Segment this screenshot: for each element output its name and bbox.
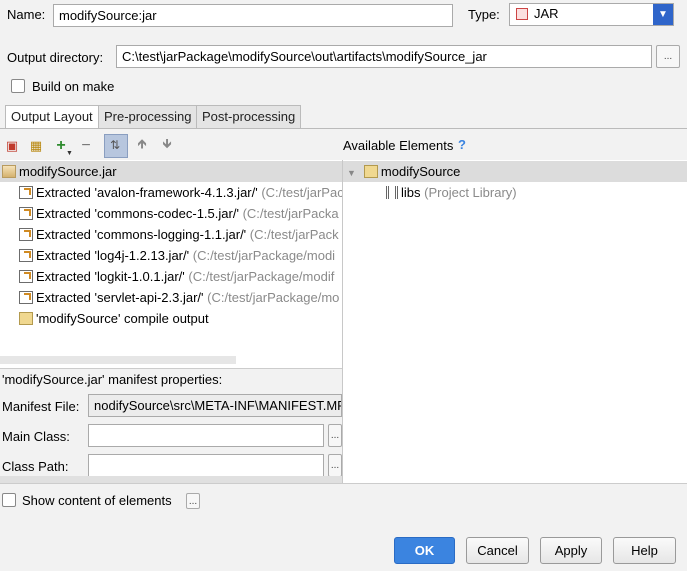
sort-elements-toggle[interactable]: ⇅ <box>104 134 128 158</box>
class-path-browse-button[interactable]: ... <box>328 454 342 477</box>
list-item[interactable]: Extracted 'logkit-1.0.1.jar/' (C:/test/j… <box>0 266 342 287</box>
module-folder-icon <box>363 165 378 178</box>
class-path-input[interactable] <box>88 454 324 477</box>
sort-icon: ⇅ <box>110 138 121 152</box>
browse-output-button[interactable]: ... <box>656 45 680 68</box>
main-class-label: Main Class: <box>2 429 70 444</box>
class-path-label: Class Path: <box>2 459 69 474</box>
list-item[interactable]: 'modifySource' compile output <box>0 308 342 329</box>
output-layout-tree[interactable]: modifySource.jar Extracted 'avalon-frame… <box>0 160 342 368</box>
output-dir-label: Output directory: <box>7 50 104 65</box>
tree-root-item[interactable]: modifySource.jar <box>0 161 342 182</box>
main-class-browse-button[interactable]: ... <box>328 424 342 447</box>
extracted-archive-icon <box>19 207 33 220</box>
show-content-options-button[interactable]: ... <box>186 493 200 509</box>
output-dir-input[interactable]: C:\test\jarPackage\modifySource\out\arti… <box>116 45 652 68</box>
manifest-file-field[interactable]: nodifySource\src\META-INF\MANIFEST.MF <box>88 394 342 417</box>
type-value: JAR <box>534 6 559 21</box>
apply-button[interactable]: Apply <box>540 537 602 564</box>
type-label: Type: <box>468 7 500 22</box>
show-content-label: Show content of elements <box>22 493 172 508</box>
list-item[interactable]: Extracted 'commons-codec-1.5.jar/' (C:/t… <box>0 203 342 224</box>
manifest-file-label: Manifest File: <box>2 399 80 414</box>
ok-button[interactable]: OK <box>394 537 455 564</box>
jar-type-icon <box>516 8 528 20</box>
tab-post-processing[interactable]: Post-processing <box>196 105 302 128</box>
add-dropdown-icon[interactable]: ▼ <box>66 150 73 157</box>
manifest-scrollbar[interactable] <box>0 476 342 483</box>
archive-icon[interactable]: ▦ <box>26 136 46 156</box>
extracted-archive-icon <box>19 186 33 199</box>
build-on-make-label: Build on make <box>32 79 115 94</box>
name-label: Name: <box>7 7 46 22</box>
chevron-down-icon: ▼ <box>653 4 673 25</box>
list-item[interactable]: Extracted 'log4j-1.2.13.jar/' (C:/test/j… <box>0 245 342 266</box>
manifest-title: 'modifySource.jar' manifest properties: <box>2 372 223 387</box>
help-button[interactable]: Help <box>613 537 676 564</box>
chevron-down-icon: ▼ <box>347 168 356 178</box>
name-input[interactable]: modifySource:jar <box>53 4 453 27</box>
help-question-icon[interactable]: ? <box>458 137 466 152</box>
move-up-icon[interactable]: 🡹 <box>132 136 152 156</box>
list-item[interactable]: Extracted 'commons-logging-1.1.jar/' (C:… <box>0 224 342 245</box>
tab-output-layout[interactable]: Output Layout <box>5 105 99 129</box>
jar-icon <box>2 165 16 178</box>
type-select[interactable]: JAR ▼ <box>509 3 674 26</box>
main-class-input[interactable] <box>88 424 324 447</box>
tab-pre-processing[interactable]: Pre-processing <box>98 105 198 128</box>
horizontal-scrollbar[interactable] <box>0 356 236 364</box>
remove-icon[interactable]: − <box>76 136 96 156</box>
new-directory-icon[interactable]: ▣ <box>2 136 22 156</box>
extracted-archive-icon <box>19 249 33 262</box>
list-item[interactable]: Extracted 'avalon-framework-4.1.3.jar/' … <box>0 182 342 203</box>
tab-divider <box>0 128 687 129</box>
folder-icon <box>19 312 33 325</box>
available-libs-item[interactable]: libs (Project Library) <box>343 182 687 203</box>
bottom-divider <box>0 483 687 484</box>
build-on-make-checkbox[interactable] <box>11 79 25 93</box>
available-elements-tree[interactable]: ▼ modifySource libs (Project Library) <box>343 160 687 483</box>
library-icon <box>386 186 398 199</box>
list-item[interactable]: Extracted 'servlet-api-2.3.jar/' (C:/tes… <box>0 287 342 308</box>
available-root-item[interactable]: ▼ modifySource <box>343 161 687 182</box>
show-content-checkbox[interactable] <box>2 493 16 507</box>
move-down-icon[interactable]: 🡻 <box>157 136 177 156</box>
extracted-archive-icon <box>19 270 33 283</box>
cancel-button[interactable]: Cancel <box>466 537 529 564</box>
available-elements-label: Available Elements <box>343 138 454 153</box>
extracted-archive-icon <box>19 291 33 304</box>
extracted-archive-icon <box>19 228 33 241</box>
